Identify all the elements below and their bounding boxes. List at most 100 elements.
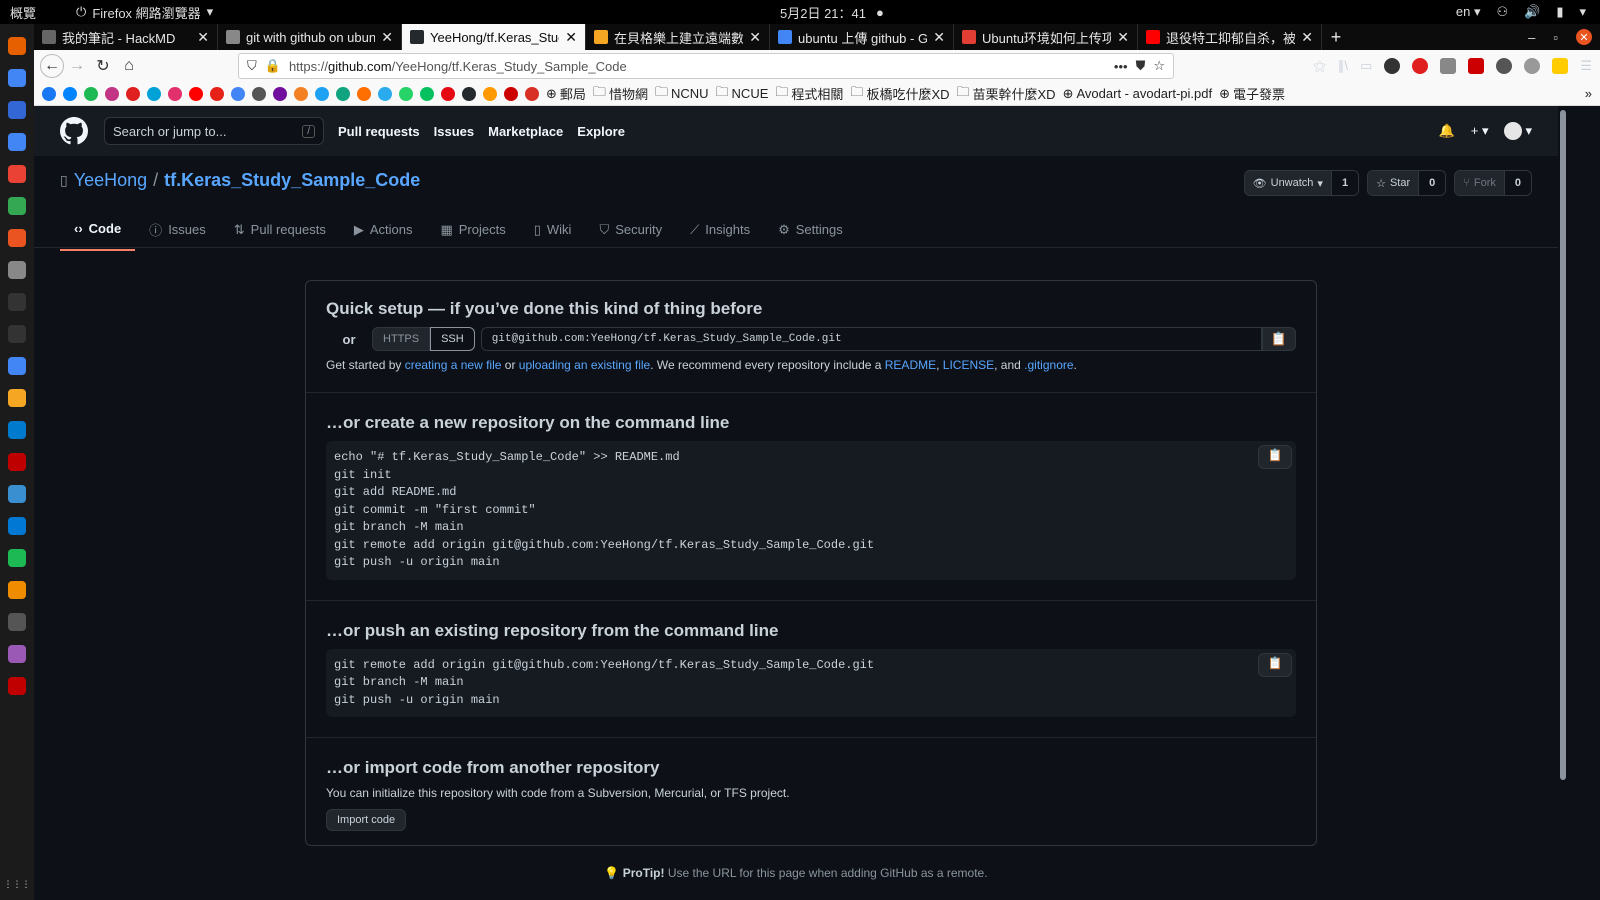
extension-red-icon[interactable] [1468,58,1485,74]
dock-app-icon[interactable] [8,485,26,503]
push-repo-code-block[interactable]: 📋 git remote add origin git@github.com:Y… [326,648,1296,717]
browser-tab[interactable]: 在貝格樂上建立遠端數據 ✕ [586,24,770,50]
header-nav-link[interactable]: Explore [577,124,625,139]
bookmark-folder-programming[interactable]: 🗀 程式相關 [775,83,843,105]
browser-tab[interactable]: git with github on ubuntu ✕ [218,24,402,50]
copy-code-button[interactable]: 📋 [1258,652,1292,677]
tab-code[interactable]: ‹› Code [60,212,136,251]
dock-app-icon[interactable] [8,645,26,663]
extension-circle-icon[interactable] [1496,58,1513,74]
tab-pull-requests[interactable]: ⇅ Pull requests [220,212,340,251]
tab-settings[interactable]: ⚙ Settings [764,212,857,251]
library-icon[interactable]: ∥\ [1338,58,1348,74]
bookmark-folder-ncue[interactable]: 🗀 NCUE [716,83,769,105]
tab-insights[interactable]: ⟋ Insights [676,212,764,251]
power-menu-icon[interactable]: ▾ [1579,4,1586,20]
readme-link[interactable]: README [885,358,936,372]
create-new-file-link[interactable]: creating a new file [405,358,502,372]
bookmark-favicon-icon[interactable] [357,86,371,101]
tab-projects[interactable]: ▦ Projects [426,212,519,251]
pocket-icon[interactable]: ⛊ [1136,58,1146,74]
bookmark-favicon-icon[interactable] [42,86,56,101]
dock-app-icon[interactable] [8,229,26,247]
bookmark-post-office[interactable]: ⊕ 郵局 [546,84,586,103]
dock-app-icon[interactable] [8,581,26,599]
dock-app-icon[interactable] [8,101,26,119]
dock-app-icon[interactable] [8,197,26,215]
bookmark-favicon-icon[interactable] [147,86,161,101]
minimize-icon[interactable]: – [1528,30,1535,45]
dock-app-icon[interactable] [8,165,26,183]
bookmark-folder-ncnu[interactable]: 🗀 NCNU [655,83,709,105]
create-repo-code-block[interactable]: 📋 echo "# tf.Keras_Study_Sample_Code" >>… [326,441,1296,580]
hamburger-menu-icon[interactable]: ☰ [1580,58,1592,74]
bookmark-favicon-icon[interactable] [84,86,98,101]
dock-app-icon[interactable] [8,517,26,535]
bookmark-favicon-icon[interactable] [441,86,455,101]
copy-url-button[interactable]: 📋 [1262,327,1296,351]
fork-button[interactable]: ⑂ Fork 0 [1454,170,1532,196]
copy-code-button[interactable]: 📋 [1258,445,1292,469]
bookmarks-overflow-icon[interactable]: » [1585,86,1592,101]
tab-security[interactable]: ⛉ Security [585,212,676,251]
dock-app-icon[interactable] [8,421,26,439]
dock-app-icon[interactable] [8,357,26,375]
extension-t-icon[interactable] [1384,58,1401,74]
dock-app-icon[interactable] [8,677,26,695]
search-input[interactable]: Search or jump to... / [104,117,324,145]
adblock-icon[interactable] [1412,58,1429,74]
bookmarks-menu-icon[interactable]: ⚝ [1313,58,1326,74]
header-nav-link[interactable]: Issues [434,124,474,139]
star-button[interactable]: ☆ Star 0 [1367,170,1447,196]
gitignore-link[interactable]: .gitignore [1024,358,1073,372]
browser-tab[interactable]: 我的筆記 - HackMD ✕ [34,24,218,50]
tab-issues[interactable]: ⓘ Issues [135,212,220,251]
bookmark-favicon-icon[interactable] [294,86,308,101]
lock-icon[interactable]: 🔒 [265,58,281,74]
home-icon[interactable]: ⌂ [116,53,142,79]
tab-close-icon[interactable]: ✕ [933,29,945,46]
bookmark-favicon-icon[interactable] [504,86,518,101]
bookmark-xiwu[interactable]: 🗀 惜物網 [593,83,648,105]
browser-tab[interactable]: ubuntu 上傳 github - Goo ✕ [770,24,954,50]
dock-app-icon[interactable] [8,389,26,407]
dock-app-icon[interactable] [8,293,26,311]
volume-icon[interactable]: 🔊 [1524,4,1540,20]
dock-app-icon[interactable] [8,133,26,151]
header-nav-link[interactable]: Marketplace [488,124,563,139]
dock-app-icon[interactable] [8,69,26,87]
app-menu[interactable]: ⏻ Firefox 網路瀏覽器 ▾ [76,3,213,22]
dock-app-icon[interactable] [8,613,26,631]
bookmark-favicon-icon[interactable] [168,86,182,101]
dock-app-icon[interactable] [8,37,26,55]
back-icon[interactable]: ← [40,54,64,78]
bookmark-favicon-icon[interactable] [525,86,539,101]
clock[interactable]: 5月2日 21：41 ● [780,3,884,22]
repo-name-link[interactable]: tf.Keras_Study_Sample_Code [164,170,420,191]
https-toggle-button[interactable]: HTTPS [372,327,431,351]
extension-globe-icon[interactable] [1524,58,1541,74]
bookmark-favicon-icon[interactable] [420,86,434,101]
show-applications-icon[interactable]: ⋮⋮⋮ [4,879,31,890]
bookmark-favicon-icon[interactable] [231,86,245,101]
bookmark-favicon-icon[interactable] [189,86,203,101]
tab-actions[interactable]: ▶ Actions [340,212,427,251]
github-logo-icon[interactable] [60,117,88,145]
browser-tab[interactable]: YeeHong/tf.Keras_Study ✕ [402,24,586,50]
bookmark-favicon-icon[interactable] [210,86,224,101]
ssh-toggle-button[interactable]: SSH [430,327,475,351]
license-link[interactable]: LICENSE [943,358,994,372]
dock-app-icon[interactable] [8,549,26,567]
bookmark-favicon-icon[interactable] [378,86,392,101]
upload-file-link[interactable]: uploading an existing file [519,358,650,372]
tab-close-icon[interactable]: ✕ [381,29,393,46]
bookmark-favicon-icon[interactable] [126,86,140,101]
import-code-button[interactable]: Import code [326,809,407,831]
dock-app-icon[interactable] [8,261,26,279]
bookmark-favicon-icon[interactable] [315,86,329,101]
repo-owner-link[interactable]: YeeHong [74,170,147,191]
extension-icon[interactable] [1440,58,1457,74]
bookmark-avodart[interactable]: ⊕ Avodart - avodart-pi.pdf [1063,86,1213,102]
reload-icon[interactable]: ↻ [90,53,116,79]
avatar[interactable]: ▾ [1504,122,1532,140]
